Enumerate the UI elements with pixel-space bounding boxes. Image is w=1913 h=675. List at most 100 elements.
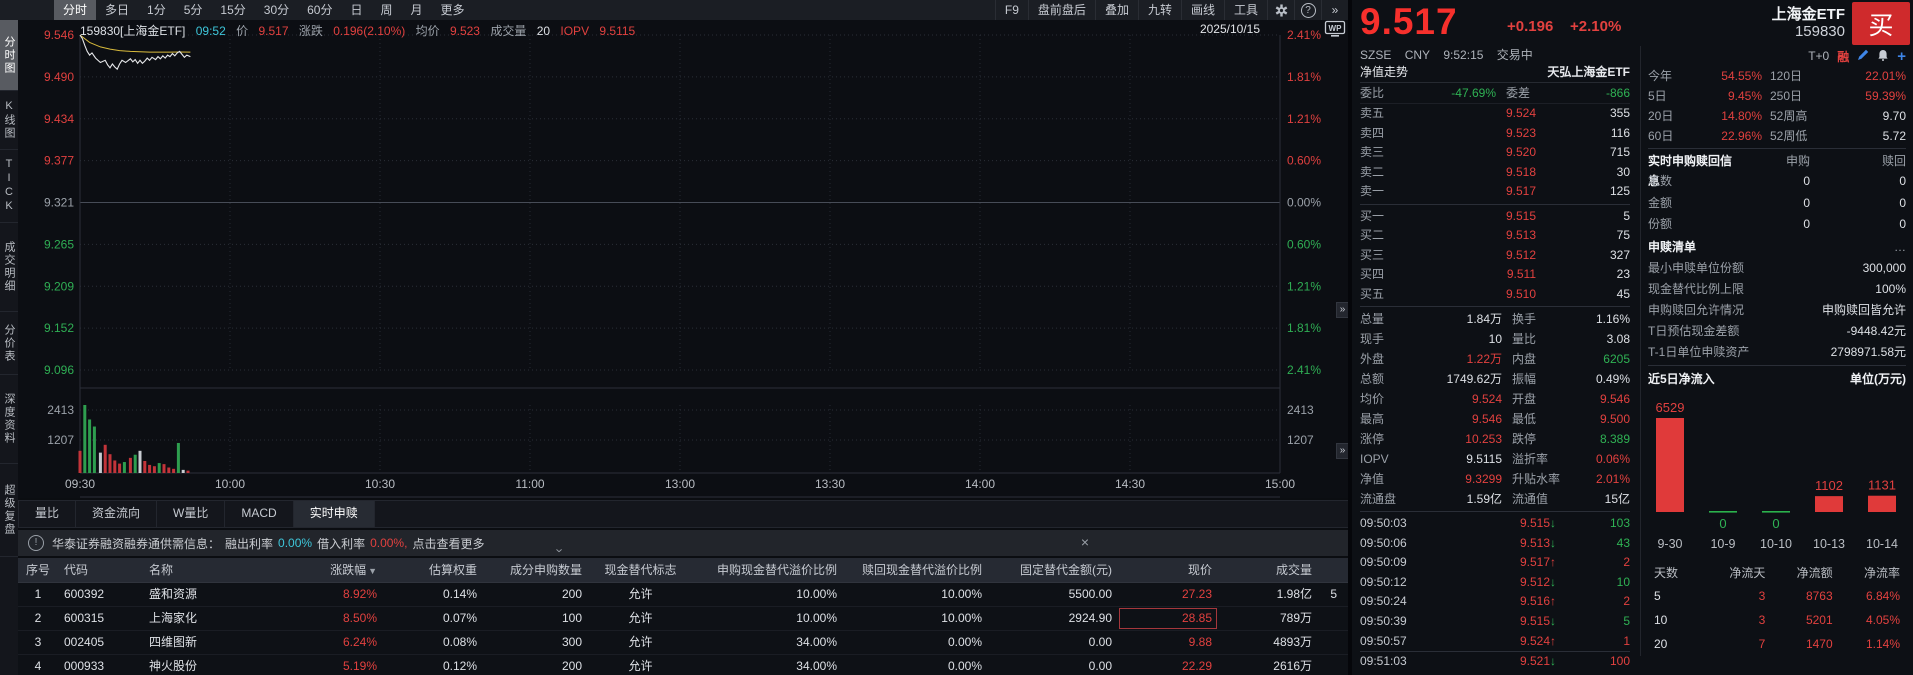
timeframe-tab-周[interactable]: 周: [372, 0, 402, 20]
sidebar-item-深度资料[interactable]: 深度资料: [0, 375, 18, 464]
column-header-名称[interactable]: 名称: [143, 558, 288, 582]
timeframe-tab-日[interactable]: 日: [341, 0, 371, 20]
sub-subscribe-value: 0: [1740, 214, 1810, 236]
price-tick: 9.209: [44, 279, 74, 293]
volume-bar: [118, 464, 121, 473]
level-label: 买五: [1360, 285, 1404, 305]
indicator-tab-实时申赎[interactable]: 实时申赎: [294, 501, 375, 527]
nav-trend-row[interactable]: 净值走势 天弘上海金ETF: [1360, 62, 1630, 83]
sub-label: 笔数: [1648, 171, 1740, 193]
fkey-button[interactable]: F9: [995, 0, 1028, 20]
stat-label: 跌停: [1502, 429, 1564, 449]
wp-monitor-icon[interactable]: WP: [1324, 20, 1346, 41]
flow-title: 近5日净流入: [1648, 368, 1715, 390]
buy-button[interactable]: 买: [1852, 2, 1910, 45]
table-row[interactable]: 3002405四维图新6.24%0.08%300允许34.00%0.00%0.0…: [18, 631, 1348, 655]
column-header-成交量[interactable]: 成交量: [1218, 558, 1318, 582]
indicator-tab-资金流向[interactable]: 资金流向: [76, 501, 157, 527]
cell: 4893万: [1218, 631, 1318, 654]
chevron-down-icon[interactable]: ›: [553, 548, 568, 552]
tick-price: 9.512↓: [1438, 573, 1556, 593]
stat-label: 流通盘: [1360, 489, 1406, 509]
toolbar-item-九转[interactable]: 九转: [1138, 0, 1181, 20]
inflow-bar: [1868, 496, 1896, 512]
column-header-extra[interactable]: [1318, 558, 1343, 582]
cell: 0.00%: [843, 655, 988, 675]
column-header-序号[interactable]: 序号: [18, 558, 58, 582]
toolbar-item-盘前盘后[interactable]: 盘前盘后: [1028, 0, 1095, 20]
tick-price: 9.515↓: [1438, 612, 1556, 632]
stat-value: 8.389: [1564, 429, 1630, 449]
tick-price: 9.513↓: [1438, 534, 1556, 554]
chart-info-line: 159830[上海金ETF] 09:52 价 9.517 涨跌 0.196(2.…: [80, 22, 642, 39]
column-header-涨跌幅[interactable]: 涨跌幅▼: [288, 558, 383, 582]
tick-list[interactable]: 09:50:039.515↓10309:50:069.513↓4309:50:0…: [1360, 514, 1630, 672]
more-tools-icon[interactable]: »: [1321, 0, 1348, 20]
column-header-赎回现金替代溢价比例[interactable]: 赎回现金替代溢价比例: [843, 558, 988, 582]
timeframe-tab-1分[interactable]: 1分: [138, 0, 175, 20]
table-row[interactable]: 4000933神火股份5.19%0.12%200允许34.00%0.00%0.0…: [18, 655, 1348, 675]
timeframe-tab-60分[interactable]: 60分: [298, 0, 341, 20]
close-icon[interactable]: ×: [1077, 534, 1093, 550]
sidebar-item-TICK[interactable]: TICK: [0, 150, 18, 223]
net-inflow-chart[interactable]: 65299-30010-9010-10110210-13113110-14: [1648, 390, 1907, 562]
column-header-估算权重[interactable]: 估算权重: [383, 558, 483, 582]
help-icon[interactable]: ?: [1294, 0, 1321, 20]
indicator-tab-W量比[interactable]: W量比: [157, 501, 225, 527]
subscription-rows: 笔数00金额00份额00: [1648, 171, 1906, 236]
sidebar-item-K线图[interactable]: K线图: [0, 91, 18, 150]
cell: 22.29: [1118, 655, 1218, 675]
subscription-row: 金额00: [1648, 193, 1906, 215]
column-header-成分申购数量[interactable]: 成分申购数量: [483, 558, 588, 582]
pencil-icon[interactable]: [1857, 49, 1869, 64]
toolbar-item-画线[interactable]: 画线: [1181, 0, 1224, 20]
tick-time: 09:50:03: [1360, 514, 1438, 534]
level-label: 买三: [1360, 246, 1404, 266]
stat-label: 总额: [1360, 369, 1406, 389]
toolbar-item-工具[interactable]: 工具: [1224, 0, 1267, 20]
timeframe-tab-多日[interactable]: 多日: [96, 0, 138, 20]
sidebar-item-成交明细[interactable]: 成交明细: [0, 223, 18, 312]
sidebar-item-分价表[interactable]: 分价表: [0, 312, 18, 375]
timeframe-tab-分时[interactable]: 分时: [54, 0, 96, 20]
table-row[interactable]: 1600392盛和资源8.92%0.14%200允许10.00%10.00%55…: [18, 583, 1348, 607]
timeframe-tab-5分[interactable]: 5分: [175, 0, 212, 20]
tick-volume: 1: [1556, 632, 1630, 652]
borrow-rate-value: 0.00%,: [370, 536, 407, 550]
stat-label: 振幅: [1502, 369, 1564, 389]
bell-icon[interactable]: [1877, 49, 1889, 64]
column-header-申购现金替代溢价比例[interactable]: 申购现金替代溢价比例: [693, 558, 843, 582]
level-label: 卖一: [1360, 182, 1404, 202]
timeframe-tab-月[interactable]: 月: [402, 0, 432, 20]
column-header-固定替代金额(元)[interactable]: 固定替代金额(元): [988, 558, 1118, 582]
intraday-chart[interactable]: 09:3010:0010:3011:0013:0013:3014:0014:30…: [18, 20, 1348, 498]
column-header-现金替代标志[interactable]: 现金替代标志: [588, 558, 693, 582]
stat-label: 外盘: [1360, 349, 1406, 369]
indicator-tab-量比[interactable]: 量比: [18, 501, 76, 527]
timeframe-tab-30分[interactable]: 30分: [255, 0, 298, 20]
timeframe-tab-更多[interactable]: 更多: [432, 0, 474, 20]
stat-row: 总量1.84万换手1.16%: [1360, 309, 1630, 329]
bid-row: 买五9.51045: [1360, 285, 1630, 305]
tick-volume: 100: [1556, 652, 1630, 672]
toolbar-item-叠加[interactable]: 叠加: [1095, 0, 1138, 20]
notice-more-link[interactable]: 点击查看更多: [412, 535, 484, 552]
indicator-tab-MACD[interactable]: MACD: [225, 501, 293, 527]
table-row[interactable]: 2600315上海家化8.50%0.07%100允许10.00%10.00%29…: [18, 607, 1348, 631]
margin-notice-bar[interactable]: ! 华泰证券融资融券通供需信息： 融出利率 0.00% 借入利率 0.00%, …: [18, 530, 1348, 556]
column-header-代码[interactable]: 代码: [58, 558, 143, 582]
bid-levels: 买一9.5155买二9.51375买三9.512327买四9.51123买五9.…: [1360, 207, 1630, 305]
market-status: 交易中: [1497, 48, 1533, 62]
redemption-list-header[interactable]: 申赎清单 …: [1648, 236, 1906, 258]
gear-icon[interactable]: [1267, 0, 1294, 20]
timeframe-tab-15分[interactable]: 15分: [211, 0, 254, 20]
sidebar-item-分时图[interactable]: 分时图: [0, 20, 18, 91]
volume-bar: [88, 419, 91, 473]
level-size: 5: [1536, 207, 1630, 227]
percent-tick: 1.81%: [1287, 70, 1321, 84]
add-icon[interactable]: +: [1897, 48, 1906, 65]
ellipsis-icon[interactable]: …: [1894, 236, 1906, 258]
sidebar-item-超级复盘[interactable]: 超级复盘: [0, 464, 18, 557]
column-header-现价[interactable]: 现价: [1118, 558, 1218, 582]
tick-price-value: 9.524: [1520, 634, 1550, 648]
